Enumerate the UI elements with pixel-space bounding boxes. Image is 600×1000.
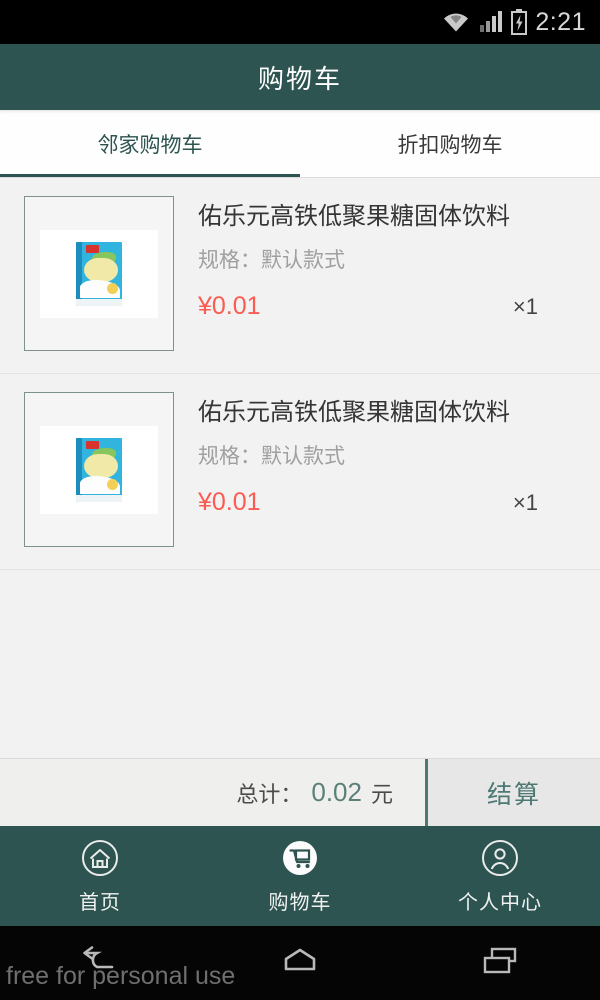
phone-screen: 2:21 购物车 邻家购物车 折扣购物车 佑乐元高铁低聚果糖固体饮料 规格：默认… <box>0 0 600 1000</box>
wifi-icon <box>441 10 471 34</box>
nav-item-profile[interactable]: 个人中心 <box>400 826 600 926</box>
total-bar: 总计： 0.02 元 结算 <box>0 758 600 826</box>
product-name: 佑乐元高铁低聚果糖固体饮料 <box>198 399 510 426</box>
tab-neighbor-cart-label: 邻家购物车 <box>97 134 203 157</box>
system-recents-button[interactable] <box>470 938 530 988</box>
product-quantity: ×1 <box>512 294 538 319</box>
product-price-row: ¥0.01 ×1 <box>198 292 582 321</box>
system-back-button[interactable] <box>70 938 130 988</box>
home-icon <box>278 945 322 982</box>
app-title-bar: 购物车 <box>0 44 600 110</box>
tab-discount-cart[interactable]: 折扣购物车 <box>300 110 600 178</box>
nav-item-cart[interactable]: 购物车 <box>200 826 400 926</box>
nav-item-home[interactable]: 首页 <box>0 826 200 926</box>
product-image <box>40 229 158 318</box>
system-home-button[interactable] <box>270 938 330 988</box>
battery-charging-icon <box>511 9 528 35</box>
cart-item-row[interactable]: 佑乐元高铁低聚果糖固体饮料 规格：默认款式 ¥0.01 ×1 <box>0 374 600 570</box>
status-bar: 2:21 <box>0 0 600 44</box>
bottom-navigation: 首页 购物车 个人中心 <box>0 826 600 926</box>
back-icon <box>78 945 122 982</box>
product-name: 佑乐元高铁低聚果糖固体饮料 <box>198 203 510 230</box>
product-thumbnail[interactable] <box>24 392 174 547</box>
cart-item-row[interactable]: 佑乐元高铁低聚果糖固体饮料 规格：默认款式 ¥0.01 ×1 <box>0 178 600 374</box>
product-price: ¥0.01 <box>198 488 261 516</box>
checkout-button-label: 结算 <box>486 780 541 809</box>
tab-discount-cart-label: 折扣购物车 <box>397 134 503 157</box>
product-spec: 规格：默认款式 <box>198 445 345 468</box>
tab-neighbor-cart[interactable]: 邻家购物车 <box>0 110 300 178</box>
nav-item-home-label: 首页 <box>79 892 121 914</box>
product-info: 佑乐元高铁低聚果糖固体饮料 规格：默认款式 ¥0.01 ×1 <box>174 392 582 517</box>
person-icon <box>479 837 521 879</box>
product-price: ¥0.01 <box>198 292 261 320</box>
nav-item-profile-label: 个人中心 <box>458 892 542 914</box>
status-clock: 2:21 <box>535 7 586 36</box>
cellular-signal-icon <box>479 10 503 34</box>
page-title: 购物车 <box>257 63 342 94</box>
shopping-cart-icon <box>279 837 321 879</box>
total-label: 总计： <box>236 781 303 807</box>
product-quantity: ×1 <box>512 490 538 515</box>
product-spec: 规格：默认款式 <box>198 249 345 272</box>
cart-item-list[interactable]: 佑乐元高铁低聚果糖固体饮料 规格：默认款式 ¥0.01 ×1 佑乐元高铁低聚果糖… <box>0 178 600 758</box>
checkout-button[interactable]: 结算 <box>425 759 600 826</box>
product-package-icon <box>76 241 122 306</box>
product-price-row: ¥0.01 ×1 <box>198 488 582 517</box>
tab-bar: 邻家购物车 折扣购物车 <box>0 110 600 178</box>
total-summary: 总计： 0.02 元 <box>0 759 425 826</box>
recents-icon <box>479 945 521 982</box>
product-thumbnail[interactable] <box>24 196 174 351</box>
home-icon <box>79 837 121 879</box>
system-navigation-bar: free for personal use <box>0 926 600 1000</box>
product-image <box>40 425 158 514</box>
product-info: 佑乐元高铁低聚果糖固体饮料 规格：默认款式 ¥0.01 ×1 <box>174 196 582 321</box>
nav-item-cart-label: 购物车 <box>268 892 332 914</box>
total-unit: 元 <box>370 781 393 807</box>
product-package-icon <box>76 437 122 502</box>
total-value: 0.02 <box>311 777 362 807</box>
